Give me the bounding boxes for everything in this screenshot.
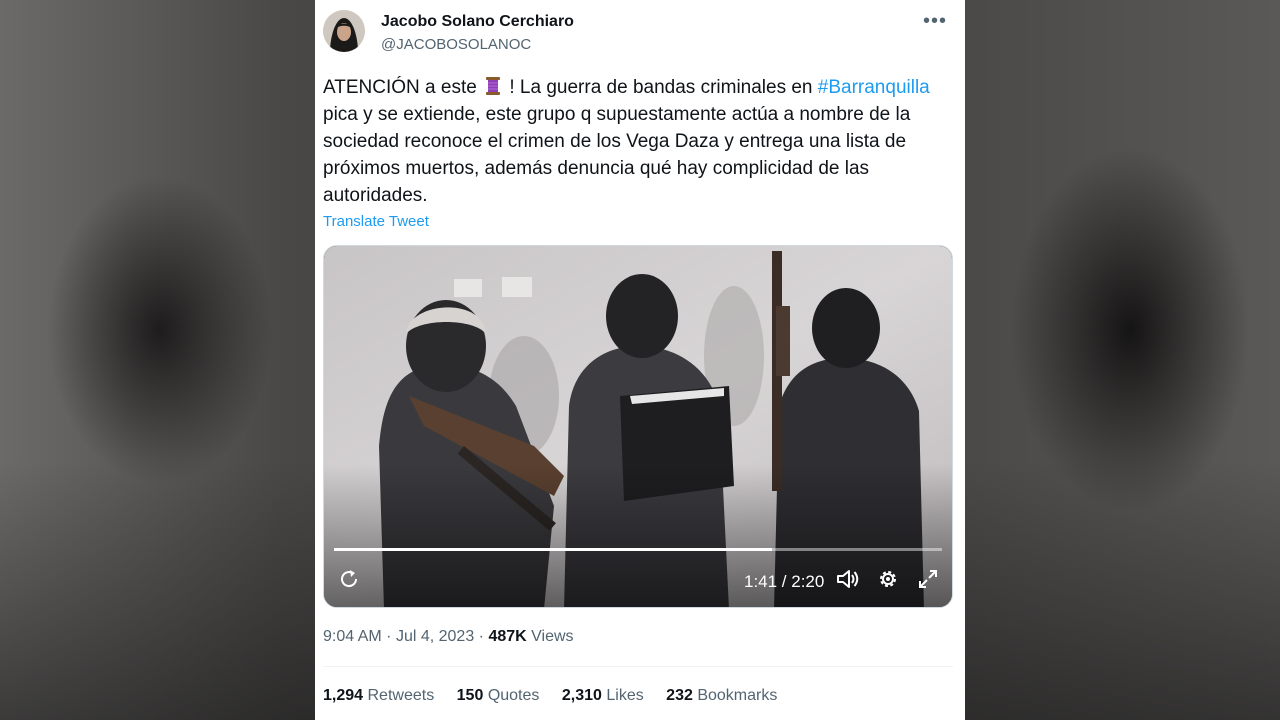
- bookmarks-count: 232: [666, 687, 693, 704]
- bookmarks-stat[interactable]: 232 Bookmarks: [666, 687, 777, 704]
- bookmarks-label: Bookmarks: [697, 687, 778, 704]
- hashtag-link[interactable]: #Barranquilla: [818, 77, 930, 98]
- likes-label: Likes: [606, 687, 644, 704]
- volume-icon[interactable]: [836, 568, 860, 590]
- translate-tweet-link[interactable]: Translate Tweet: [323, 213, 429, 230]
- tweet-time[interactable]: 9:04 AM: [323, 628, 382, 645]
- retweets-label: Retweets: [367, 687, 435, 704]
- settings-gear-icon[interactable]: [877, 568, 899, 590]
- thread-spool-icon: [484, 76, 502, 96]
- views-label: Views: [531, 628, 574, 645]
- tweet-stats: 1,294 Retweets 150 Quotes 2,310 Likes 23…: [323, 687, 795, 705]
- meta-separator: ·: [386, 628, 396, 645]
- avatar[interactable]: [323, 10, 365, 52]
- tweet-text-part: ! La guerra de bandas criminales en: [504, 77, 818, 98]
- tweet-date[interactable]: Jul 4, 2023: [396, 628, 474, 645]
- replay-icon[interactable]: [338, 568, 360, 590]
- video-player[interactable]: 1:41 / 2:20: [323, 245, 953, 608]
- video-time: 1:41 / 2:20: [744, 572, 825, 591]
- tweet-text-part: pica y se extiende, este grupo q supuest…: [323, 104, 911, 206]
- video-progress-fill: [334, 548, 772, 551]
- tweet-meta: 9:04 AM · Jul 4, 2023 · 487K Views: [323, 628, 574, 646]
- author-handle[interactable]: @JACOBOSOLANOC: [381, 36, 531, 53]
- views-count: 487K: [488, 628, 527, 645]
- likes-count: 2,310: [561, 687, 602, 704]
- likes-stat[interactable]: 2,310 Likes: [562, 687, 644, 704]
- retweets-count: 1,294: [323, 687, 364, 704]
- quotes-count: 150: [456, 687, 484, 704]
- tweet-card: Jacobo Solano Cerchiaro @JACOBOSOLANOC •…: [315, 0, 965, 720]
- tweet-text: ATENCIÓN a este ! La guerra de bandas cr…: [323, 74, 947, 209]
- quotes-label: Quotes: [487, 687, 540, 704]
- author-name[interactable]: Jacobo Solano Cerchiaro: [381, 13, 574, 31]
- divider: [323, 666, 953, 667]
- meta-separator: ·: [478, 628, 489, 645]
- tweet-text-part: ATENCIÓN a este: [323, 77, 483, 98]
- more-options-icon[interactable]: •••: [923, 10, 947, 33]
- video-frame: [324, 246, 952, 607]
- quotes-stat[interactable]: 150 Quotes: [457, 687, 540, 704]
- tweet-header: Jacobo Solano Cerchiaro @JACOBOSOLANOC •…: [323, 10, 965, 58]
- fullscreen-icon[interactable]: [917, 568, 939, 590]
- video-progress-bar[interactable]: [334, 548, 942, 551]
- retweets-stat[interactable]: 1,294 Retweets: [323, 687, 434, 704]
